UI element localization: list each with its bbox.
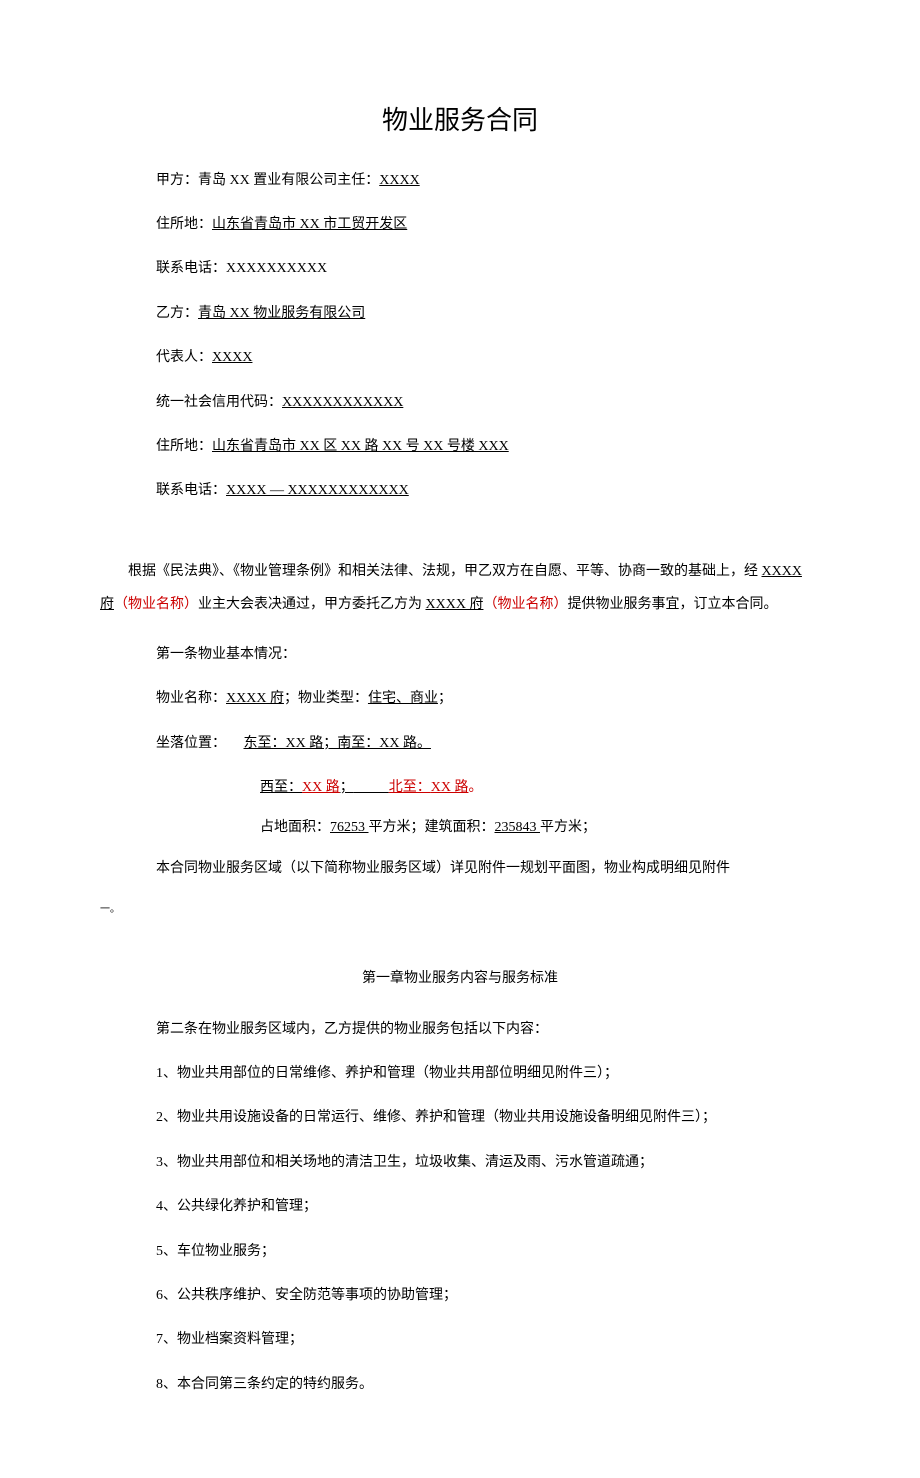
party-b-address-label: 住所地：: [156, 439, 212, 454]
party-a-phone-label: 联系电话：: [156, 261, 226, 276]
service-item-3: 3、物业共用部位和相关场地的清洁卫生，垃圾收集、清运及雨、污水管道疏通；: [100, 1152, 820, 1174]
service-item-6: 6、公共秩序维护、安全防范等事项的协助管理；: [100, 1285, 820, 1307]
party-b-rep-label: 代表人：: [156, 350, 212, 365]
area-val: 76253: [330, 820, 369, 835]
party-b-address: 山东省青岛市 XX 区 XX 路 XX 号 XX 号楼 XXX: [212, 439, 509, 454]
service-item-7: 7、物业档案资料管理；: [100, 1329, 820, 1351]
party-b-rep-line: 代表人：XXXX: [100, 347, 820, 369]
preamble-estate2: XXXX 府: [426, 597, 484, 612]
party-b-phone-line: 联系电话：XXXX — XXXXXXXXXXXX: [100, 480, 820, 502]
party-a-line: 甲方：青岛 XX 置业有限公司主任：XXXX: [100, 170, 820, 192]
preamble-p2: 府: [100, 597, 114, 612]
property-name-line: 物业名称：XXXX 府；物业类型：住宅、商业；: [100, 688, 820, 710]
location-label: 坐落位置：: [156, 736, 226, 751]
preamble-p4: 提供物业服务事宜，订立本合同。: [567, 597, 777, 612]
preamble-p1: 根据《民法典》、《物业管理条例》和相关法律、法规，甲乙双方在自愿、平等、协商一致…: [128, 564, 762, 579]
party-b-credit-line: 统一社会信用代码：XXXXXXXXXXXX: [100, 392, 820, 414]
party-a-address: 山东省青岛市 XX 市工贸开发区: [212, 217, 407, 232]
party-b-rep: XXXX: [212, 350, 252, 365]
build-val: 235843: [495, 820, 541, 835]
party-b-line: 乙方：青岛 XX 物业服务有限公司: [100, 303, 820, 325]
location-west-val: XX 路: [302, 780, 340, 795]
party-a-address-label: 住所地：: [156, 217, 212, 232]
location-line1: 坐落位置： 东至：XX 路；南至：XX 路。: [100, 733, 820, 755]
property-type-label: ；物业类型：: [284, 691, 368, 706]
location-north-label: 北至：: [389, 780, 431, 795]
area-unit: 平方米；建筑面积：: [369, 820, 495, 835]
region-mark: 一。: [100, 902, 820, 918]
party-b-address-line: 住所地：山东省青岛市 XX 区 XX 路 XX 号 XX 号楼 XXX: [100, 436, 820, 458]
service-item-2: 2、物业共用设施设备的日常运行、维修、养护和管理（物业共用设施设备明细见附件三）…: [100, 1107, 820, 1129]
service-item-4: 4、公共绿化养护和管理；: [100, 1196, 820, 1218]
party-b-phone-label: 联系电话：: [156, 483, 226, 498]
chapter1-title: 第一章物业服务内容与服务标准: [100, 968, 820, 990]
article2-heading: 第二条在物业服务区域内，乙方提供的物业服务包括以下内容：: [100, 1019, 820, 1041]
party-b-label: 乙方：: [156, 306, 198, 321]
party-b-credit: XXXXXXXXXXXX: [282, 395, 403, 410]
party-b-name: 青岛 XX 物业服务有限公司: [198, 306, 365, 321]
region-text: 本合同物业服务区域（以下简称物业服务区域）详见附件一规划平面图，物业构成明细见附…: [100, 858, 820, 880]
area-label: 占地面积：: [260, 820, 330, 835]
area-line: 占地面积：76253 平方米；建筑面积：235843 平方米；: [100, 817, 820, 839]
document-title: 物业服务合同: [100, 100, 820, 142]
preamble-note2: （物业名称）: [483, 597, 567, 612]
service-item-1: 1、物业共用部位的日常维修、养护和管理（物业共用部位明细见附件三）；: [100, 1063, 820, 1085]
location-line2: 西至：XX 路； 北至：XX 路。: [100, 777, 820, 799]
location-north-val: XX 路: [431, 780, 469, 795]
party-a-phone-line: 联系电话：XXXXXXXXXX: [100, 258, 820, 280]
property-type: 住宅、商业: [368, 691, 438, 706]
service-item-8: 8、本合同第三条约定的特约服务。: [100, 1374, 820, 1396]
party-b-credit-label: 统一社会信用代码：: [156, 395, 282, 410]
party-a-phone: XXXXXXXXXX: [226, 261, 327, 276]
property-type-end: ；: [438, 691, 452, 706]
preamble-note1: （物业名称）: [114, 597, 198, 612]
article1-heading: 第一条物业基本情况：: [100, 644, 820, 666]
location-north-end: 。: [468, 780, 482, 795]
party-a-name: XXXX: [379, 173, 419, 188]
property-name: XXXX 府: [226, 691, 284, 706]
location-east: 东至：XX 路；南至：XX 路。: [244, 736, 431, 751]
party-b-phone: XXXX — XXXXXXXXXXXX: [226, 483, 409, 498]
preamble-paragraph: 根据《民法典》、《物业管理条例》和相关法律、法规，甲乙双方在自愿、平等、协商一致…: [100, 555, 820, 622]
party-a-address-line: 住所地：山东省青岛市 XX 市工贸开发区: [100, 214, 820, 236]
property-name-label: 物业名称：: [156, 691, 226, 706]
location-west-sep: ；: [340, 780, 354, 795]
preamble-estate1: XXXX: [762, 564, 802, 579]
location-west-label: 西至：: [260, 780, 302, 795]
preamble-p3: 业主大会表决通过，甲方委托乙方为: [198, 597, 426, 612]
build-unit: 平方米；: [540, 820, 596, 835]
party-a-label: 甲方：青岛 XX 置业有限公司主任：: [156, 173, 379, 188]
service-item-5: 5、车位物业服务；: [100, 1241, 820, 1263]
